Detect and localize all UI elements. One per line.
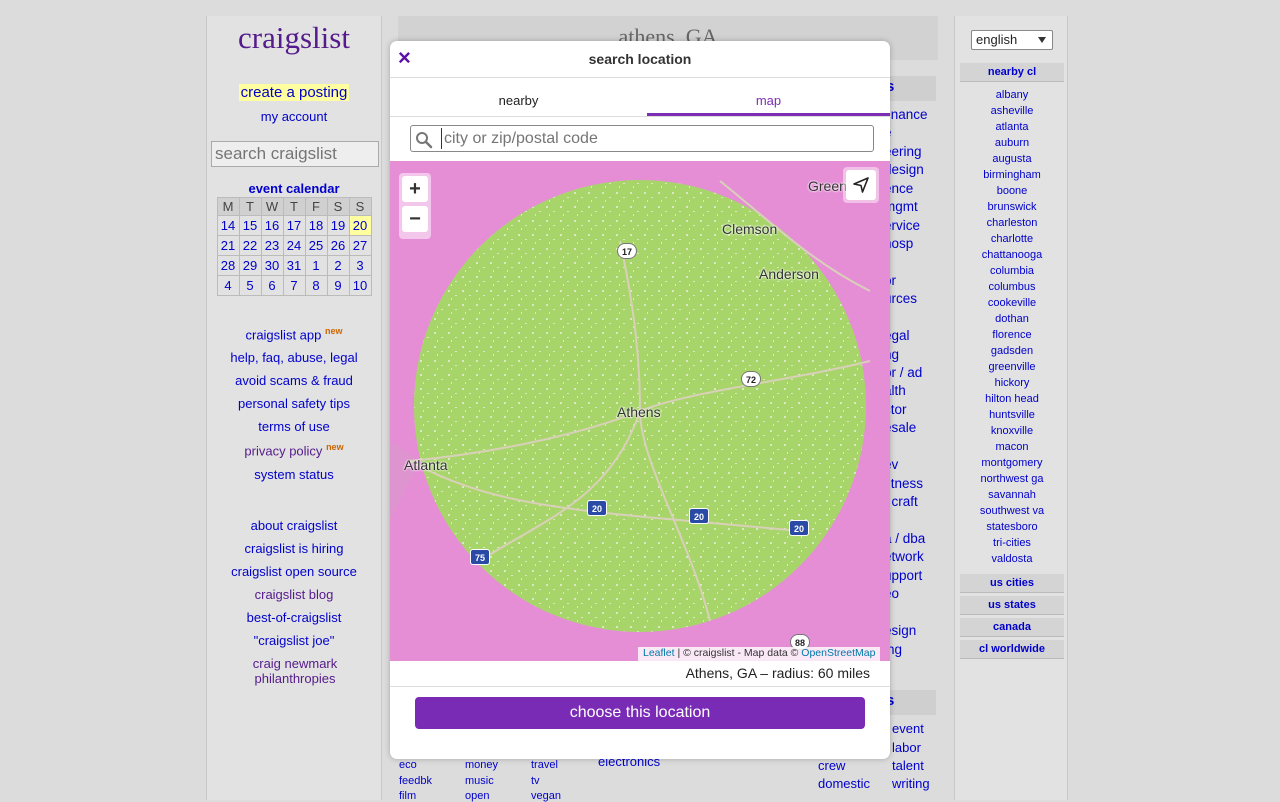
choose-location-button[interactable]: choose this location [415, 697, 865, 729]
tab-divider [390, 116, 890, 117]
route-shield: 75 [470, 549, 490, 565]
attribution-text: | © craigslist - Map data © [674, 647, 802, 659]
leaflet-link[interactable]: Leaflet [643, 647, 675, 659]
location-map[interactable]: Greenville Clemson Anderson Athens Atlan… [390, 161, 890, 661]
tab-nearby[interactable]: nearby [397, 93, 640, 108]
search-icon [416, 132, 433, 149]
route-shield: 20 [689, 508, 709, 524]
radius-readout: Athens, GA – radius: 60 miles [685, 665, 870, 681]
map-label-clemson: Clemson [722, 221, 778, 237]
route-shield: 20 [789, 520, 809, 536]
modal-header: × search location [390, 41, 890, 78]
route-shield: 72 [741, 371, 761, 387]
locate-me-button[interactable] [843, 167, 879, 203]
modal-title: search location [588, 51, 692, 67]
zoom-out-button[interactable]: − [402, 206, 428, 232]
zoom-in-button[interactable]: + [402, 176, 428, 202]
search-location-modal: × search location nearby map city or zip… [390, 41, 890, 759]
map-label-athens: Athens [617, 404, 661, 420]
location-input[interactable] [441, 128, 861, 149]
route-shield: 20 [587, 500, 607, 516]
route-shield: 17 [617, 243, 637, 259]
zoom-controls: + − [399, 173, 431, 239]
openstreetmap-link[interactable]: OpenStreetMap [801, 647, 875, 659]
map-label-anderson: Anderson [759, 266, 819, 282]
location-search-box [410, 125, 874, 152]
map-label-atlanta: Atlanta [404, 457, 448, 473]
navigation-arrow-icon [853, 177, 869, 193]
map-attribution: Leaflet | © craigslist - Map data © Open… [638, 647, 881, 661]
modal-divider [390, 686, 890, 687]
tab-map[interactable]: map [647, 93, 890, 108]
